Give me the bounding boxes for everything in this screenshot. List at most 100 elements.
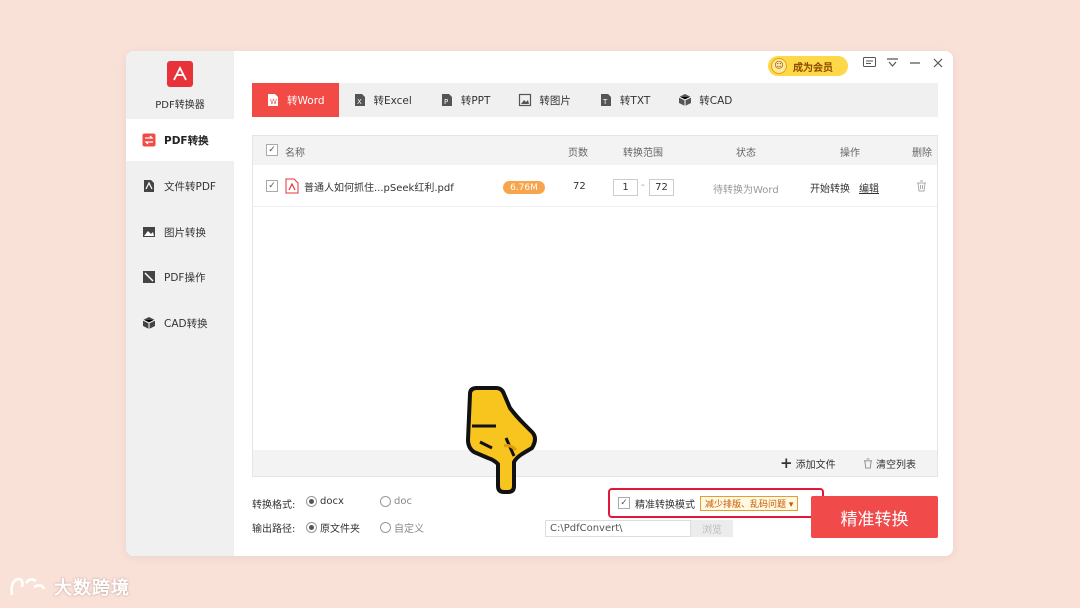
output-path-input[interactable]: C:\PdfConvert\ xyxy=(545,520,691,537)
minimize-icon[interactable] xyxy=(907,55,923,71)
file-name: 普通人如何抓住...pSeek红利.pdf xyxy=(304,183,454,194)
start-convert-link[interactable]: 开始转换 xyxy=(810,180,850,195)
sidebar-item-label: 图片转换 xyxy=(164,226,206,239)
add-file-label: 添加文件 xyxy=(795,460,836,471)
output-original-radio[interactable]: 原文件夹 xyxy=(306,520,360,535)
tab-to-cad[interactable]: 转CAD xyxy=(664,83,746,117)
menu-icon[interactable] xyxy=(884,55,900,71)
sidebar-item-label: 文件转PDF xyxy=(164,180,216,193)
ppt-icon: P xyxy=(440,93,454,107)
page-count: 72 xyxy=(573,181,586,192)
sidebar-item-label: CAD转换 xyxy=(164,317,208,330)
header-range: 转换范围 xyxy=(623,148,663,159)
vip-button[interactable]: ☺ 成为会员 xyxy=(768,56,848,76)
tab-to-word[interactable]: W 转Word xyxy=(252,83,339,117)
watermark: 大数跨境 xyxy=(8,572,130,602)
radio-circle xyxy=(306,496,317,507)
sidebar-item-label: PDF操作 xyxy=(164,271,206,284)
header-action: 操作 xyxy=(840,148,860,159)
vip-label: 成为会员 xyxy=(793,62,833,74)
tab-label: 转Excel xyxy=(373,94,412,107)
output-custom-radio[interactable]: 自定义 xyxy=(380,520,424,535)
svg-text:P: P xyxy=(444,98,448,106)
format-docx-radio[interactable]: docx xyxy=(306,496,344,507)
pointing-hand-icon xyxy=(466,386,537,494)
output-label: 输出路径: xyxy=(252,524,296,535)
edit-link[interactable]: 编辑 xyxy=(859,180,879,195)
svg-text:X: X xyxy=(357,98,362,106)
range-to-input[interactable]: 72 xyxy=(649,179,674,196)
add-file-button[interactable]: + 添加文件 xyxy=(780,454,836,472)
tab-to-image[interactable]: 转图片 xyxy=(504,83,585,117)
trash-icon xyxy=(863,458,873,469)
picture-icon xyxy=(518,93,532,107)
sidebar-item-pdf-operations[interactable]: PDF操作 xyxy=(126,256,234,298)
message-icon[interactable] xyxy=(861,55,877,71)
radio-circle xyxy=(380,522,391,533)
header-name: 名称 xyxy=(285,148,305,159)
plus-icon: + xyxy=(780,454,793,472)
app-logo-icon xyxy=(167,61,193,87)
table-row: ✓ 普通人如何抓住...pSeek红利.pdf 6.76M 72 1 - 72 … xyxy=(253,165,937,207)
sidebar-item-label: PDF转换 xyxy=(164,134,209,147)
pdf-file-icon xyxy=(285,178,299,197)
app-name: PDF转换器 xyxy=(155,100,205,111)
watermark-text: 大数跨境 xyxy=(54,578,130,599)
trash-icon[interactable] xyxy=(916,180,927,195)
txt-icon: T xyxy=(599,93,613,107)
pdf-file-icon xyxy=(142,179,156,193)
swap-icon xyxy=(142,133,156,147)
watermark-logo-icon xyxy=(8,575,48,599)
conversion-tabs: W 转Word X 转Excel P 转PPT 转图片 T 转TXT 转CAD xyxy=(252,83,938,117)
tab-label: 转Word xyxy=(287,94,325,107)
table-header: ✓ 名称 页数 转换范围 状态 操作 删除 xyxy=(253,136,937,165)
format-label: 转换格式: xyxy=(252,500,296,511)
cad-icon xyxy=(678,93,692,107)
svg-text:W: W xyxy=(270,98,277,106)
file-size-badge: 6.76M xyxy=(503,181,545,194)
format-doc-label: doc xyxy=(394,496,412,507)
file-list-panel: ✓ 名称 页数 转换范围 状态 操作 删除 ✓ 普通人如何抓住...pSeek红… xyxy=(252,135,938,477)
format-doc-radio[interactable]: doc xyxy=(380,496,412,507)
range-separator: - xyxy=(641,180,645,191)
output-custom-label: 自定义 xyxy=(394,524,424,535)
select-all-checkbox[interactable]: ✓ xyxy=(266,144,278,156)
word-icon: W xyxy=(266,93,280,107)
main-panel: ☺ 成为会员 W 转Word X 转Excel P 转PPT 转图片 T 转TX… xyxy=(234,51,953,556)
precise-mode-label: 精准转换模式 xyxy=(635,499,695,511)
row-checkbox[interactable]: ✓ xyxy=(266,180,278,192)
range-from-input[interactable]: 1 xyxy=(613,179,638,196)
tab-label: 转PPT xyxy=(460,94,491,107)
precise-convert-button[interactable]: 精准转换 xyxy=(811,496,938,538)
excel-icon: X xyxy=(353,93,367,107)
radio-circle xyxy=(306,522,317,533)
tab-label: 转TXT xyxy=(619,94,651,107)
header-pages: 页数 xyxy=(568,148,588,159)
tab-label: 转图片 xyxy=(539,94,571,107)
sidebar-item-pdf-convert[interactable]: PDF转换 xyxy=(126,119,234,161)
precise-mode-dropdown[interactable]: 减少排版、乱码问题 ▾ xyxy=(700,495,799,511)
pdf-edit-icon xyxy=(142,270,156,284)
format-docx-label: docx xyxy=(320,496,344,507)
header-status: 状态 xyxy=(736,148,756,159)
close-icon[interactable] xyxy=(930,55,946,71)
list-footer: + 添加文件 清空列表 xyxy=(253,450,937,476)
tab-label: 转CAD xyxy=(699,94,733,107)
clear-list-label: 清空列表 xyxy=(876,460,916,471)
radio-circle xyxy=(380,496,391,507)
precise-mode-checkbox[interactable]: ✓ xyxy=(618,497,630,509)
cube-icon xyxy=(142,316,156,330)
tab-to-txt[interactable]: T 转TXT xyxy=(585,83,664,117)
output-original-label: 原文件夹 xyxy=(320,524,360,535)
header-delete: 删除 xyxy=(912,148,932,159)
sidebar-item-cad-convert[interactable]: CAD转换 xyxy=(126,302,234,344)
clear-list-button[interactable]: 清空列表 xyxy=(863,456,916,471)
browse-button[interactable]: 浏览 xyxy=(691,520,733,537)
tab-to-excel[interactable]: X 转Excel xyxy=(339,83,426,117)
sidebar: PDF转换器 PDF转换 文件转PDF 图片转换 PDF操作 CAD转换 xyxy=(126,51,234,556)
sidebar-item-file-to-pdf[interactable]: 文件转PDF xyxy=(126,165,234,207)
svg-text:T: T xyxy=(602,98,608,106)
tab-to-ppt[interactable]: P 转PPT xyxy=(426,83,505,117)
sidebar-item-image-convert[interactable]: 图片转换 xyxy=(126,211,234,253)
precise-mode-option: ✓ 精准转换模式 减少排版、乱码问题 ▾ xyxy=(608,488,824,518)
